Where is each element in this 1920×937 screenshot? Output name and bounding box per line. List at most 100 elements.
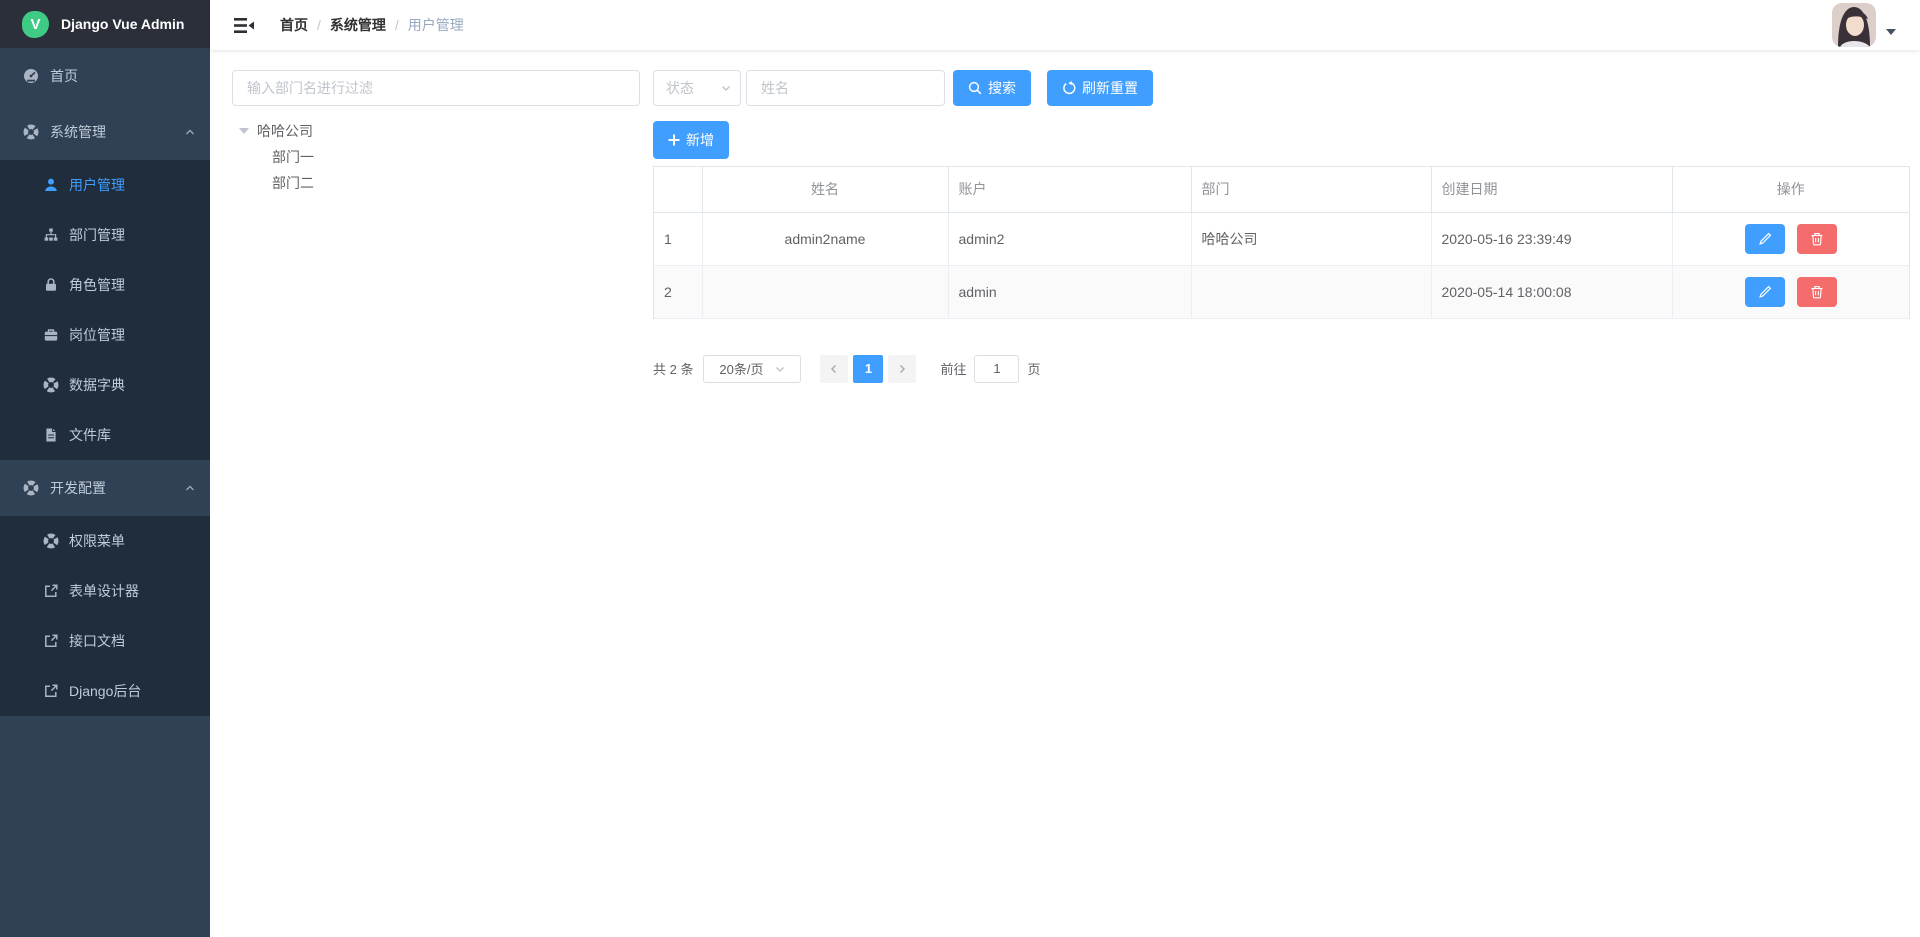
- sidebar-item-form-designer[interactable]: 表单设计器: [0, 566, 210, 616]
- chevron-down-icon: [774, 363, 786, 375]
- search-button[interactable]: 搜索: [953, 70, 1031, 106]
- table-row: 1 admin2name admin2 哈哈公司 2020-05-16 23:3…: [654, 212, 1909, 265]
- caret-down-icon[interactable]: [1886, 29, 1896, 35]
- table-header-row: 姓名 账户 部门 创建日期 操作: [654, 167, 1909, 212]
- lock-icon: [43, 277, 59, 293]
- prev-page-button[interactable]: [820, 355, 848, 383]
- cell-index: 2: [654, 265, 702, 318]
- user-table-panel: 状态 搜索 刷新重置 新增: [653, 70, 1910, 937]
- sidebar-item-label: 权限菜单: [69, 531, 125, 551]
- chevron-down-icon: [720, 82, 732, 94]
- cell-actions: [1672, 265, 1909, 318]
- external-link-icon: [43, 583, 59, 599]
- tree-node-dept2[interactable]: 部门二: [232, 170, 640, 196]
- department-panel: 哈哈公司 部门一 部门二: [232, 70, 640, 937]
- sidebar-item-label: 文件库: [69, 425, 111, 445]
- sidebar-item-roles[interactable]: 角色管理: [0, 260, 210, 310]
- submenu-dev: 权限菜单 表单设计器 接口文档: [0, 516, 210, 716]
- page-size-value: 20条/页: [719, 359, 763, 378]
- page-size-select[interactable]: 20条/页: [703, 355, 801, 383]
- sidebar-item-label: 岗位管理: [69, 325, 125, 345]
- plus-icon: [668, 134, 680, 146]
- sidebar-item-label: 接口文档: [69, 631, 125, 651]
- sidebar-item-label: 数据字典: [69, 375, 125, 395]
- reset-button-label: 刷新重置: [1082, 78, 1138, 98]
- app-logo[interactable]: V Django Vue Admin: [0, 0, 210, 48]
- sidebar-item-permission-menu[interactable]: 权限菜单: [0, 516, 210, 566]
- edit-button[interactable]: [1745, 277, 1785, 307]
- edit-button[interactable]: [1745, 224, 1785, 254]
- breadcrumb-separator: /: [317, 17, 321, 33]
- cell-account: admin: [948, 265, 1191, 318]
- table-row: 2 admin 2020-05-14 18:00:08: [654, 265, 1909, 318]
- external-link-icon: [43, 683, 59, 699]
- sidebar-item-home[interactable]: 首页: [0, 48, 210, 104]
- tree-node-dept1[interactable]: 部门一: [232, 144, 640, 170]
- page-number-current[interactable]: 1: [853, 355, 883, 383]
- breadcrumb: 首页 / 系统管理 / 用户管理: [280, 15, 464, 35]
- sidebar-group-dev[interactable]: 开发配置: [0, 460, 210, 516]
- sidebar-item-django-admin[interactable]: Django后台: [0, 666, 210, 716]
- department-tree: 哈哈公司 部门一 部门二: [232, 118, 640, 196]
- sidebar-item-posts[interactable]: 岗位管理: [0, 310, 210, 360]
- sidebar-item-dictionary[interactable]: 数据字典: [0, 360, 210, 410]
- column-header-department: 部门: [1191, 167, 1431, 212]
- delete-icon: [1810, 285, 1824, 299]
- sidebar-item-users[interactable]: 用户管理: [0, 160, 210, 210]
- system-icon: [23, 124, 39, 140]
- refresh-reset-button[interactable]: 刷新重置: [1047, 70, 1153, 106]
- chevron-right-icon: [896, 363, 908, 375]
- sidebar-group-system[interactable]: 系统管理: [0, 104, 210, 160]
- dict-icon: [43, 377, 59, 393]
- tree-node-company[interactable]: 哈哈公司: [232, 118, 640, 144]
- add-user-button[interactable]: 新增: [653, 121, 729, 159]
- cell-created: 2020-05-14 18:00:08: [1431, 265, 1672, 318]
- breadcrumb-separator: /: [395, 17, 399, 33]
- sidebar-item-label: Django后台: [69, 681, 141, 701]
- column-header-account: 账户: [948, 167, 1191, 212]
- delete-button[interactable]: [1797, 224, 1837, 254]
- breadcrumb-system[interactable]: 系统管理: [330, 15, 386, 35]
- page-unit-label: 页: [1027, 359, 1040, 378]
- sidebar-toggle-button[interactable]: [224, 17, 264, 34]
- filter-toolbar: 状态 搜索 刷新重置: [653, 70, 1910, 106]
- edit-icon: [1758, 285, 1772, 299]
- name-filter-input[interactable]: [746, 70, 945, 106]
- status-select[interactable]: 状态: [653, 70, 741, 106]
- cell-account: admin2: [948, 212, 1191, 265]
- search-icon: [968, 81, 982, 95]
- delete-button[interactable]: [1797, 277, 1837, 307]
- breadcrumb-home[interactable]: 首页: [280, 15, 308, 35]
- column-header-actions: 操作: [1672, 167, 1909, 212]
- status-select-placeholder: 状态: [666, 78, 694, 98]
- logo-icon: V: [22, 11, 49, 38]
- pagination: 共 2 条 20条/页 1 前往 页: [653, 355, 1910, 383]
- sidebar-item-departments[interactable]: 部门管理: [0, 210, 210, 260]
- goto-page-input[interactable]: [974, 355, 1019, 383]
- sidebar-item-label: 角色管理: [69, 275, 125, 295]
- avatar[interactable]: [1832, 3, 1876, 47]
- column-header-created: 创建日期: [1431, 167, 1672, 212]
- sidebar-group-label: 开发配置: [50, 478, 106, 498]
- pagination-total: 共 2 条: [653, 359, 693, 378]
- cell-department: 哈哈公司: [1191, 212, 1431, 265]
- column-header-name: 姓名: [702, 167, 948, 212]
- menu-perm-icon: [43, 533, 59, 549]
- chevron-left-icon: [828, 363, 840, 375]
- next-page-button[interactable]: [888, 355, 916, 383]
- caret-down-icon[interactable]: [239, 128, 249, 134]
- app-title: Django Vue Admin: [61, 16, 184, 32]
- sidebar-item-files[interactable]: 文件库: [0, 410, 210, 460]
- sidebar-group-label: 系统管理: [50, 122, 106, 142]
- delete-icon: [1810, 232, 1824, 246]
- hamburger-icon: [234, 17, 254, 34]
- external-link-icon: [43, 633, 59, 649]
- sidebar-item-label: 首页: [50, 66, 78, 86]
- cell-actions: [1672, 212, 1909, 265]
- column-header-index: [654, 167, 702, 212]
- department-filter-input[interactable]: [232, 70, 640, 106]
- cell-department: [1191, 265, 1431, 318]
- sidebar: V Django Vue Admin 首页 系统管理: [0, 0, 210, 937]
- sidebar-item-api-docs[interactable]: 接口文档: [0, 616, 210, 666]
- submenu-system: 用户管理 部门管理 角色管理: [0, 160, 210, 460]
